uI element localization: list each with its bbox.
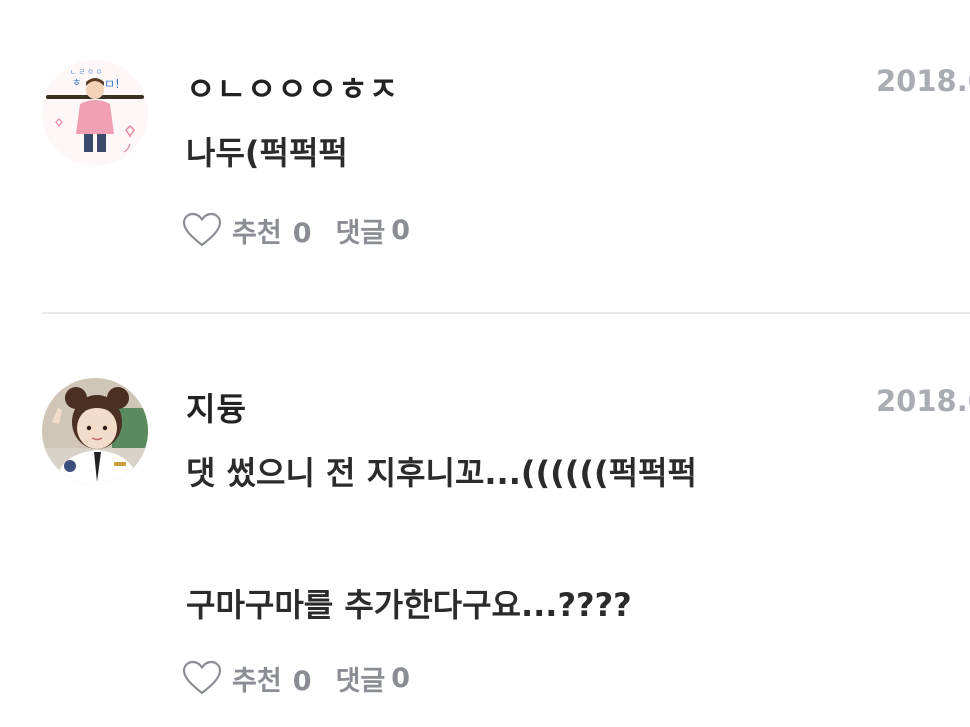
like-label: 추천 [232,665,282,697]
like-button[interactable]: 추천 0 [232,659,312,698]
comment-item: ㄴ ㄹ ㅇ ㅇ ㅎ ㅁ! ㅇㄴㅇㅇㅇㅎㅈ 2018.0 나두(퍽퍽퍽 추천 0 … [0,0,970,312]
like-count: 0 [292,665,312,697]
avatar-image: ㄴ ㄹ ㅇ ㅇ ㅎ ㅁ! [42,60,148,166]
like-button[interactable]: 추천 0 [232,211,312,250]
like-count: 0 [292,217,312,249]
avatar[interactable]: ㄴ ㄹ ㅇ ㅇ ㅎ ㅁ! [42,60,148,166]
nickname[interactable]: 지듕 [186,384,247,430]
comment-text-line: 구마구마를 추가한다구요...???? [186,586,632,624]
comment-date: 2018.0 [876,64,970,98]
svg-text:ㅎ: ㅎ [72,78,81,89]
comment-actions: 추천 0 댓글 0 [182,658,410,698]
comment-text-line: 댓 썼으니 전 지후니꼬...((((((퍽퍽퍽 [186,454,697,492]
reply-label: 댓글 [335,217,386,249]
nickname[interactable]: ㅇㄴㅇㅇㅇㅎㅈ [186,64,399,110]
reply-count: 0 [391,662,411,694]
avatar[interactable] [42,378,148,484]
reply-button[interactable]: 댓글 0 [336,659,410,698]
reply-label: 댓글 [335,665,386,697]
comment-item: 지듕 2018.0 댓 썼으니 전 지후니꼬...((((((퍽퍽퍽 구마구마를… [0,314,970,727]
comment-text: 나두(퍽퍽퍽 [186,134,348,172]
svg-text:ㄴ ㄹ ㅇ ㅇ: ㄴ ㄹ ㅇ ㅇ [70,68,102,76]
like-label: 추천 [232,217,282,249]
comment-actions: 추천 0 댓글 0 [182,210,410,250]
heart-outline-icon[interactable] [182,660,222,696]
reply-count: 0 [391,214,411,246]
reply-button[interactable]: 댓글 0 [336,211,410,250]
avatar-image [42,378,148,484]
comment-date: 2018.0 [876,384,970,418]
heart-outline-icon[interactable] [182,212,222,248]
svg-text:ㅁ!: ㅁ! [104,77,120,91]
